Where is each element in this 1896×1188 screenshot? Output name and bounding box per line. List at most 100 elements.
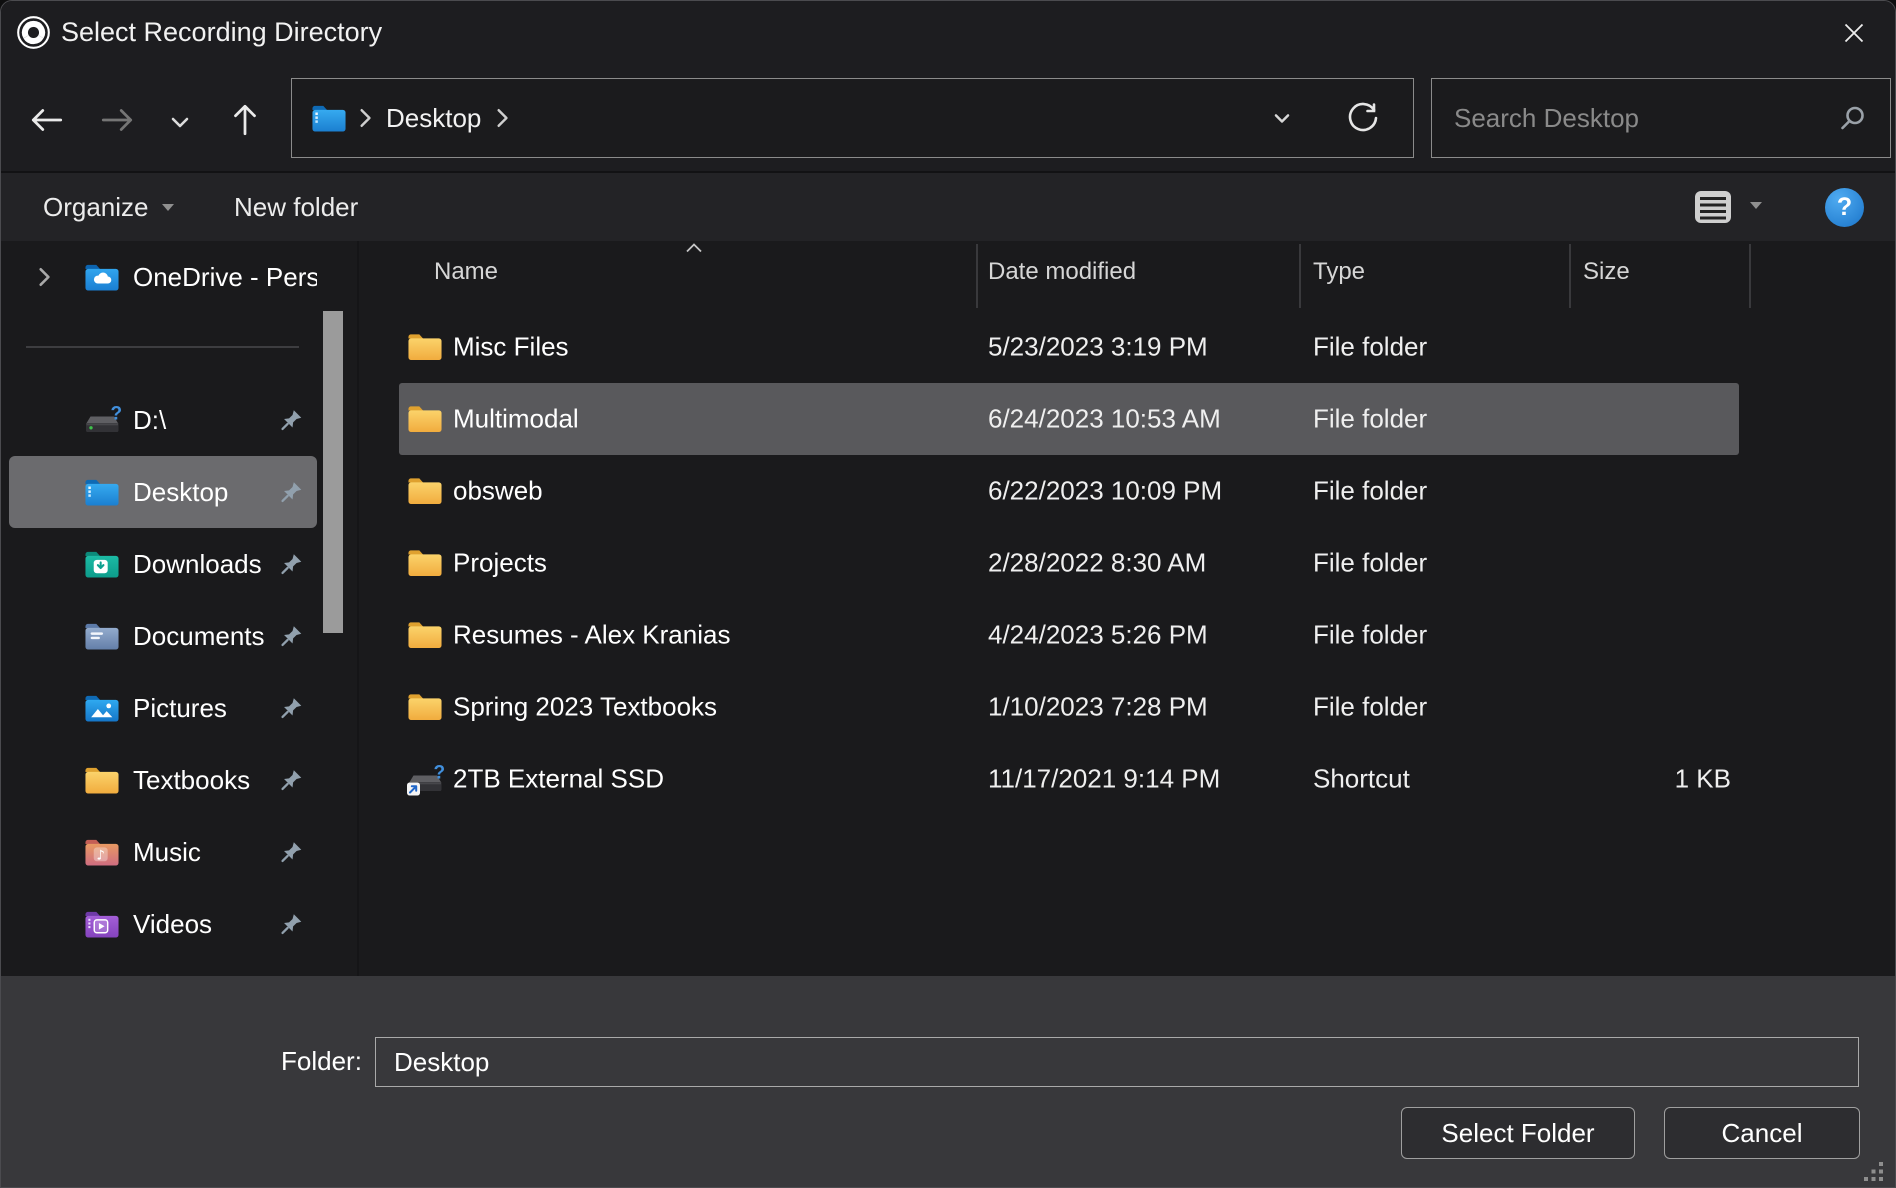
- file-icon: [406, 404, 444, 435]
- file-date-modified: 1/10/2023 7:28 PM: [988, 692, 1208, 723]
- forward-button[interactable]: [98, 101, 136, 139]
- column-header-row: Name Date modified Type Size: [369, 241, 1895, 311]
- folder-field-label: Folder:: [281, 1046, 362, 1077]
- sidebar-list: OneDrive - Persc ? D:\ Desktop Downloads…: [1, 241, 357, 960]
- help-label: ?: [1837, 193, 1852, 222]
- window-title: Select Recording Directory: [61, 17, 382, 48]
- sidebar-item-desktop[interactable]: Desktop: [9, 456, 317, 528]
- navigation-sidebar: OneDrive - Persc ? D:\ Desktop Downloads…: [1, 241, 359, 976]
- new-folder-button[interactable]: New folder: [234, 173, 358, 241]
- sidebar-item-documents[interactable]: Documents: [9, 600, 317, 672]
- sidebar-item-downloads[interactable]: Downloads: [9, 528, 317, 600]
- sidebar-item-icon: [83, 477, 125, 508]
- sidebar-item-icon: ♪: [83, 837, 125, 868]
- sidebar-item-videos[interactable]: Videos: [9, 888, 317, 960]
- cancel-button[interactable]: Cancel: [1664, 1107, 1860, 1159]
- file-browser: Name Date modified Type Size Misc Files …: [369, 241, 1895, 976]
- sidebar-item-pictures[interactable]: Pictures: [9, 672, 317, 744]
- sidebar-item-icon: ?: [83, 403, 125, 437]
- sidebar-item-icon: [83, 909, 125, 940]
- column-divider[interactable]: [1749, 244, 1751, 308]
- file-row[interactable]: ? 2TB External SSD 11/17/2021 9:14 PM Sh…: [399, 743, 1739, 815]
- search-input[interactable]: [1432, 102, 1838, 135]
- breadcrumb-chevron-icon: [358, 108, 372, 128]
- file-icon: [406, 476, 444, 507]
- column-header-name[interactable]: Name: [434, 258, 498, 286]
- title-bar: Select Recording Directory: [1, 1, 1895, 64]
- file-row[interactable]: obsweb 6/22/2023 10:09 PM File folder: [399, 455, 1739, 527]
- column-header-date-modified[interactable]: Date modified: [988, 258, 1136, 286]
- column-header-size[interactable]: Size: [1583, 258, 1630, 286]
- sidebar-divider: [26, 346, 299, 348]
- file-icon: [406, 692, 444, 723]
- svg-text:?: ?: [434, 763, 446, 784]
- sidebar-item-music[interactable]: ♪ Music: [9, 816, 317, 888]
- navigation-bar: Desktop: [1, 64, 1895, 171]
- column-header-type[interactable]: Type: [1313, 258, 1365, 286]
- column-divider[interactable]: [1569, 244, 1571, 308]
- file-date-modified: 6/22/2023 10:09 PM: [988, 476, 1222, 507]
- file-name: Spring 2023 Textbooks: [453, 692, 717, 723]
- breadcrumb-desktop[interactable]: Desktop: [382, 103, 485, 134]
- address-dropdown-button[interactable]: [1263, 104, 1301, 132]
- file-size: 1 KB: [1569, 764, 1731, 795]
- file-type: File folder: [1313, 620, 1427, 651]
- file-name: Misc Files: [453, 332, 569, 363]
- change-view-button[interactable]: [1691, 187, 1735, 227]
- file-type: File folder: [1313, 692, 1427, 723]
- pin-icon: [280, 769, 303, 792]
- pin-icon: [280, 409, 303, 432]
- search-box: [1431, 78, 1891, 158]
- file-type: File folder: [1313, 404, 1427, 435]
- new-folder-label: New folder: [234, 192, 358, 223]
- close-icon: [1840, 19, 1868, 47]
- close-button[interactable]: [1831, 11, 1877, 55]
- file-row[interactable]: Multimodal 6/24/2023 10:53 AM File folde…: [399, 383, 1739, 455]
- sidebar-item-icon: [83, 621, 125, 652]
- up-button[interactable]: [226, 101, 264, 139]
- file-icon: ?: [406, 762, 446, 796]
- select-folder-button[interactable]: Select Folder: [1401, 1107, 1635, 1159]
- svg-text:♪: ♪: [96, 848, 105, 863]
- dialog-footer: Folder: Select Folder Cancel: [1, 976, 1895, 1188]
- file-date-modified: 4/24/2023 5:26 PM: [988, 620, 1208, 651]
- command-toolbar: Organize New folder ?: [1, 171, 1895, 241]
- address-location-icon: [310, 103, 348, 134]
- forward-arrow-icon: [98, 101, 136, 139]
- organize-button[interactable]: Organize: [43, 173, 175, 241]
- file-icon: [406, 548, 444, 579]
- breadcrumb-chevron-icon: [495, 108, 509, 128]
- file-icon: [406, 332, 444, 363]
- view-options-dropdown[interactable]: [1749, 201, 1763, 210]
- expand-chevron-icon[interactable]: [33, 266, 55, 288]
- file-row[interactable]: Resumes - Alex Kranias 4/24/2023 5:26 PM…: [399, 599, 1739, 671]
- folder-name-input[interactable]: [375, 1037, 1859, 1087]
- chevron-down-icon: [165, 107, 195, 137]
- caret-down-icon: [161, 203, 175, 212]
- sidebar-scrollbar[interactable]: [323, 311, 343, 633]
- address-bar[interactable]: Desktop: [291, 78, 1414, 158]
- file-row[interactable]: Misc Files 5/23/2023 3:19 PM File folder: [399, 311, 1739, 383]
- file-type: Shortcut: [1313, 764, 1410, 795]
- file-type: File folder: [1313, 476, 1427, 507]
- file-icon: [406, 620, 444, 651]
- sidebar-item-textbooks[interactable]: Textbooks: [9, 744, 317, 816]
- help-button[interactable]: ?: [1825, 188, 1864, 227]
- sidebar-item-icon: [83, 549, 125, 580]
- file-date-modified: 11/17/2021 9:14 PM: [988, 764, 1220, 795]
- sidebar-item-onedrive-persc[interactable]: OneDrive - Persc: [9, 241, 317, 313]
- column-divider[interactable]: [1299, 244, 1301, 308]
- pin-icon: [280, 553, 303, 576]
- file-date-modified: 5/23/2023 3:19 PM: [988, 332, 1208, 363]
- file-list: Misc Files 5/23/2023 3:19 PM File folder…: [369, 311, 1895, 815]
- file-row[interactable]: Spring 2023 Textbooks 1/10/2023 7:28 PM …: [399, 671, 1739, 743]
- back-button[interactable]: [28, 101, 66, 139]
- resize-grip[interactable]: [1863, 1161, 1887, 1185]
- sidebar-item-d[interactable]: ? D:\: [9, 384, 317, 456]
- file-date-modified: 6/24/2023 10:53 AM: [988, 404, 1221, 435]
- recent-locations-button[interactable]: [164, 106, 196, 138]
- refresh-button[interactable]: [1339, 99, 1387, 137]
- pin-icon: [280, 913, 303, 936]
- file-row[interactable]: Projects 2/28/2022 8:30 AM File folder: [399, 527, 1739, 599]
- column-divider[interactable]: [976, 244, 978, 308]
